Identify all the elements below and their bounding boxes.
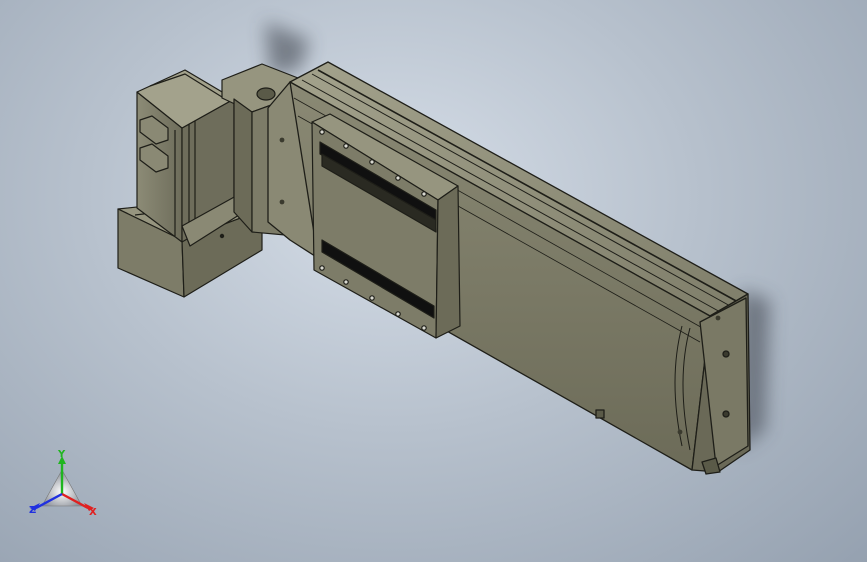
z-axis-label: Z (29, 505, 37, 516)
3d-viewport[interactable]: Y X Z (0, 0, 867, 562)
linear-actuator-model[interactable] (0, 0, 867, 562)
y-axis-label: Y (58, 449, 66, 460)
x-axis-label: X (89, 507, 97, 518)
